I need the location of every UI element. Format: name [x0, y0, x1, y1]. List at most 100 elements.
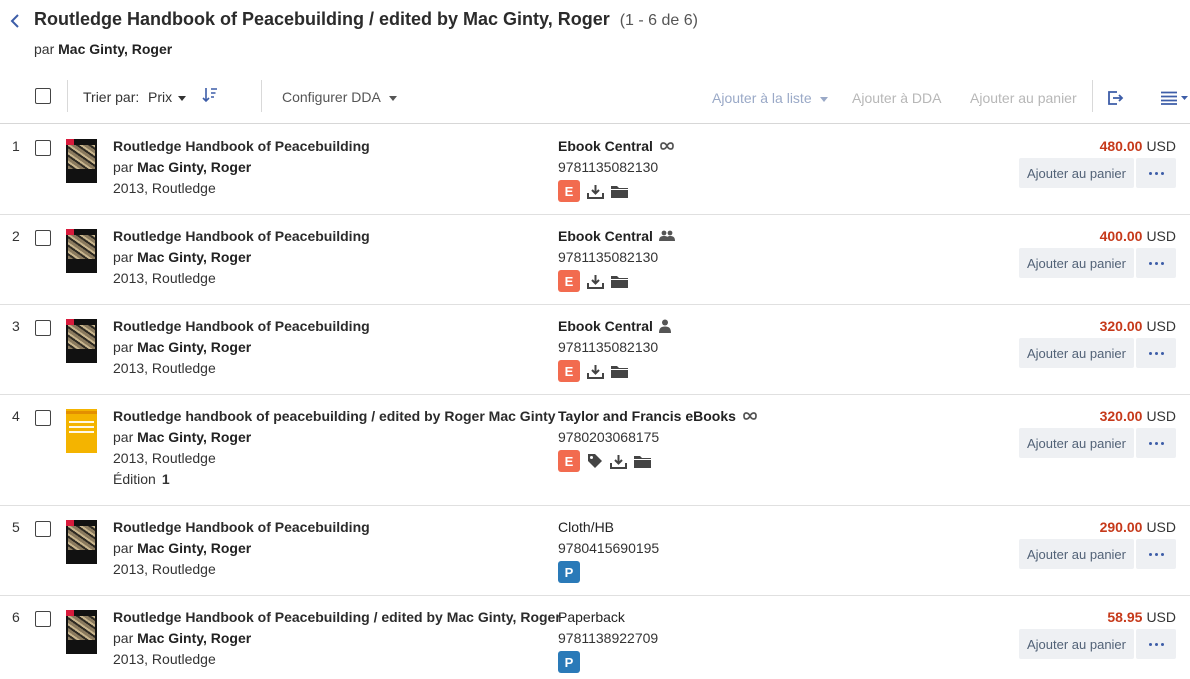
- author-name: Mac Ginty, Roger: [137, 159, 252, 175]
- author-prefix: par: [113, 630, 134, 646]
- format-badges: E: [558, 450, 651, 472]
- format-badges: E: [558, 270, 628, 292]
- row-checkbox[interactable]: [35, 230, 51, 246]
- folder-icon: [611, 274, 628, 288]
- add-to-cart-button[interactable]: Ajouter au panier: [1019, 428, 1134, 458]
- more-options-icon[interactable]: [1136, 539, 1176, 569]
- infinity-icon: [742, 411, 758, 421]
- result-row: 1 Routledge Handbook of Peacebuilding par …: [0, 125, 1190, 215]
- select-all-checkbox[interactable]: [35, 88, 51, 104]
- configure-dda-dropdown[interactable]: Configurer DDA: [282, 89, 397, 105]
- more-options-icon[interactable]: [1136, 158, 1176, 188]
- book-title[interactable]: Routledge Handbook of Peacebuilding: [113, 138, 370, 154]
- book-title[interactable]: Routledge Handbook of Peacebuilding / ed…: [113, 609, 561, 625]
- price: 58.95 USD: [1107, 609, 1176, 625]
- isbn: 9781135082130: [558, 339, 659, 355]
- book-publication: 2013, Routledge: [113, 561, 216, 577]
- more-options-icon[interactable]: [1136, 248, 1176, 278]
- book-cover-image[interactable]: [66, 409, 97, 453]
- list-view-icon[interactable]: [1161, 91, 1189, 108]
- book-cover-image[interactable]: [66, 139, 97, 183]
- book-publication: 2013, Routledge: [113, 270, 216, 286]
- format-badges: E: [558, 180, 628, 202]
- add-to-cart-button[interactable]: Ajouter au panier: [1019, 629, 1134, 659]
- result-row: 2 Routledge Handbook of Peacebuilding par …: [0, 215, 1190, 305]
- row-checkbox[interactable]: [35, 320, 51, 336]
- users-icon: [658, 230, 675, 242]
- price: 290.00 USD: [1100, 519, 1176, 535]
- format-name: Ebook Central: [558, 318, 653, 334]
- format-name: Taylor and Francis eBooks: [558, 408, 736, 424]
- book-title[interactable]: Routledge handbook of peacebuilding / ed…: [113, 408, 556, 424]
- back-chevron-icon[interactable]: [8, 11, 22, 31]
- book-cover-image[interactable]: [66, 229, 97, 273]
- electronic-badge: E: [558, 450, 580, 472]
- isbn: 9780203068175: [558, 429, 660, 445]
- add-to-cart-button[interactable]: Ajouter au panier: [1019, 539, 1134, 569]
- book-publication: 2013, Routledge: [113, 180, 216, 196]
- book-author: par Mac Ginty, Roger: [113, 159, 251, 175]
- caret-down-icon: [388, 95, 397, 101]
- add-to-cart-button[interactable]: Ajouter au panier: [1019, 338, 1134, 368]
- format-label: Paperback: [558, 609, 625, 625]
- add-to-dda-button[interactable]: Ajouter à DDA: [852, 90, 941, 106]
- add-to-cart-button[interactable]: Ajouter au panier: [970, 90, 1077, 106]
- isbn: 9780415690195: [558, 540, 660, 556]
- sort-dropdown[interactable]: Prix: [148, 89, 187, 105]
- sort-direction-icon[interactable]: [202, 86, 218, 107]
- page-title-text: Routledge Handbook of Peacebuilding / ed…: [34, 9, 610, 29]
- isbn: 9781135082130: [558, 249, 659, 265]
- caret-down-icon: [178, 95, 187, 101]
- row-number: 2: [12, 228, 20, 244]
- format-name: Ebook Central: [558, 228, 653, 244]
- add-to-list-dropdown[interactable]: Ajouter à la liste: [712, 90, 828, 106]
- book-title[interactable]: Routledge Handbook of Peacebuilding: [113, 228, 370, 244]
- more-options-icon[interactable]: [1136, 338, 1176, 368]
- book-author: par Mac Ginty, Roger: [113, 540, 251, 556]
- format-name: Paperback: [558, 609, 625, 625]
- author-name: Mac Ginty, Roger: [137, 429, 252, 445]
- price: 320.00 USD: [1100, 318, 1176, 334]
- row-checkbox[interactable]: [35, 521, 51, 537]
- price: 320.00 USD: [1100, 408, 1176, 424]
- price-currency: USD: [1146, 519, 1176, 535]
- author-prefix: par: [113, 540, 134, 556]
- price: 400.00 USD: [1100, 228, 1176, 244]
- format-label: Taylor and Francis eBooks: [558, 408, 758, 424]
- price-currency: USD: [1146, 318, 1176, 334]
- toolbar-divider: [67, 80, 68, 112]
- export-icon[interactable]: [1107, 90, 1124, 109]
- price-amount: 480.00: [1099, 138, 1143, 154]
- byline-prefix: par: [34, 41, 55, 57]
- electronic-badge: E: [558, 270, 580, 292]
- row-checkbox[interactable]: [35, 410, 51, 426]
- row-number: 5: [12, 519, 20, 535]
- price: 480.00 USD: [1100, 138, 1176, 154]
- tag-icon: [587, 453, 603, 469]
- format-badges: E: [558, 360, 628, 382]
- more-options-icon[interactable]: [1136, 428, 1176, 458]
- book-title[interactable]: Routledge Handbook of Peacebuilding: [113, 318, 370, 334]
- row-checkbox[interactable]: [35, 611, 51, 627]
- format-name: Cloth/HB: [558, 519, 615, 535]
- book-publication: 2013, Routledge: [113, 651, 216, 667]
- add-to-cart-button[interactable]: Ajouter au panier: [1019, 158, 1134, 188]
- row-checkbox[interactable]: [35, 140, 51, 156]
- book-cover-image[interactable]: [66, 520, 97, 564]
- book-cover-image[interactable]: [66, 610, 97, 654]
- sort-value: Prix: [148, 89, 173, 105]
- more-options-icon[interactable]: [1136, 629, 1176, 659]
- result-row: 6 Routledge Handbook of Peacebuilding / e…: [0, 596, 1190, 679]
- edition-label: Édition: [113, 471, 156, 487]
- byline-author: Mac Ginty, Roger: [58, 41, 173, 57]
- user-icon: [658, 319, 671, 333]
- download-icon: [610, 454, 627, 469]
- book-cover-image[interactable]: [66, 319, 97, 363]
- book-title[interactable]: Routledge Handbook of Peacebuilding: [113, 519, 370, 535]
- price-currency: USD: [1146, 228, 1176, 244]
- book-author: par Mac Ginty, Roger: [113, 630, 251, 646]
- add-to-cart-button[interactable]: Ajouter au panier: [1019, 248, 1134, 278]
- price-amount: 400.00: [1099, 228, 1143, 244]
- book-edition: Édition 1: [113, 471, 170, 487]
- electronic-badge: E: [558, 180, 580, 202]
